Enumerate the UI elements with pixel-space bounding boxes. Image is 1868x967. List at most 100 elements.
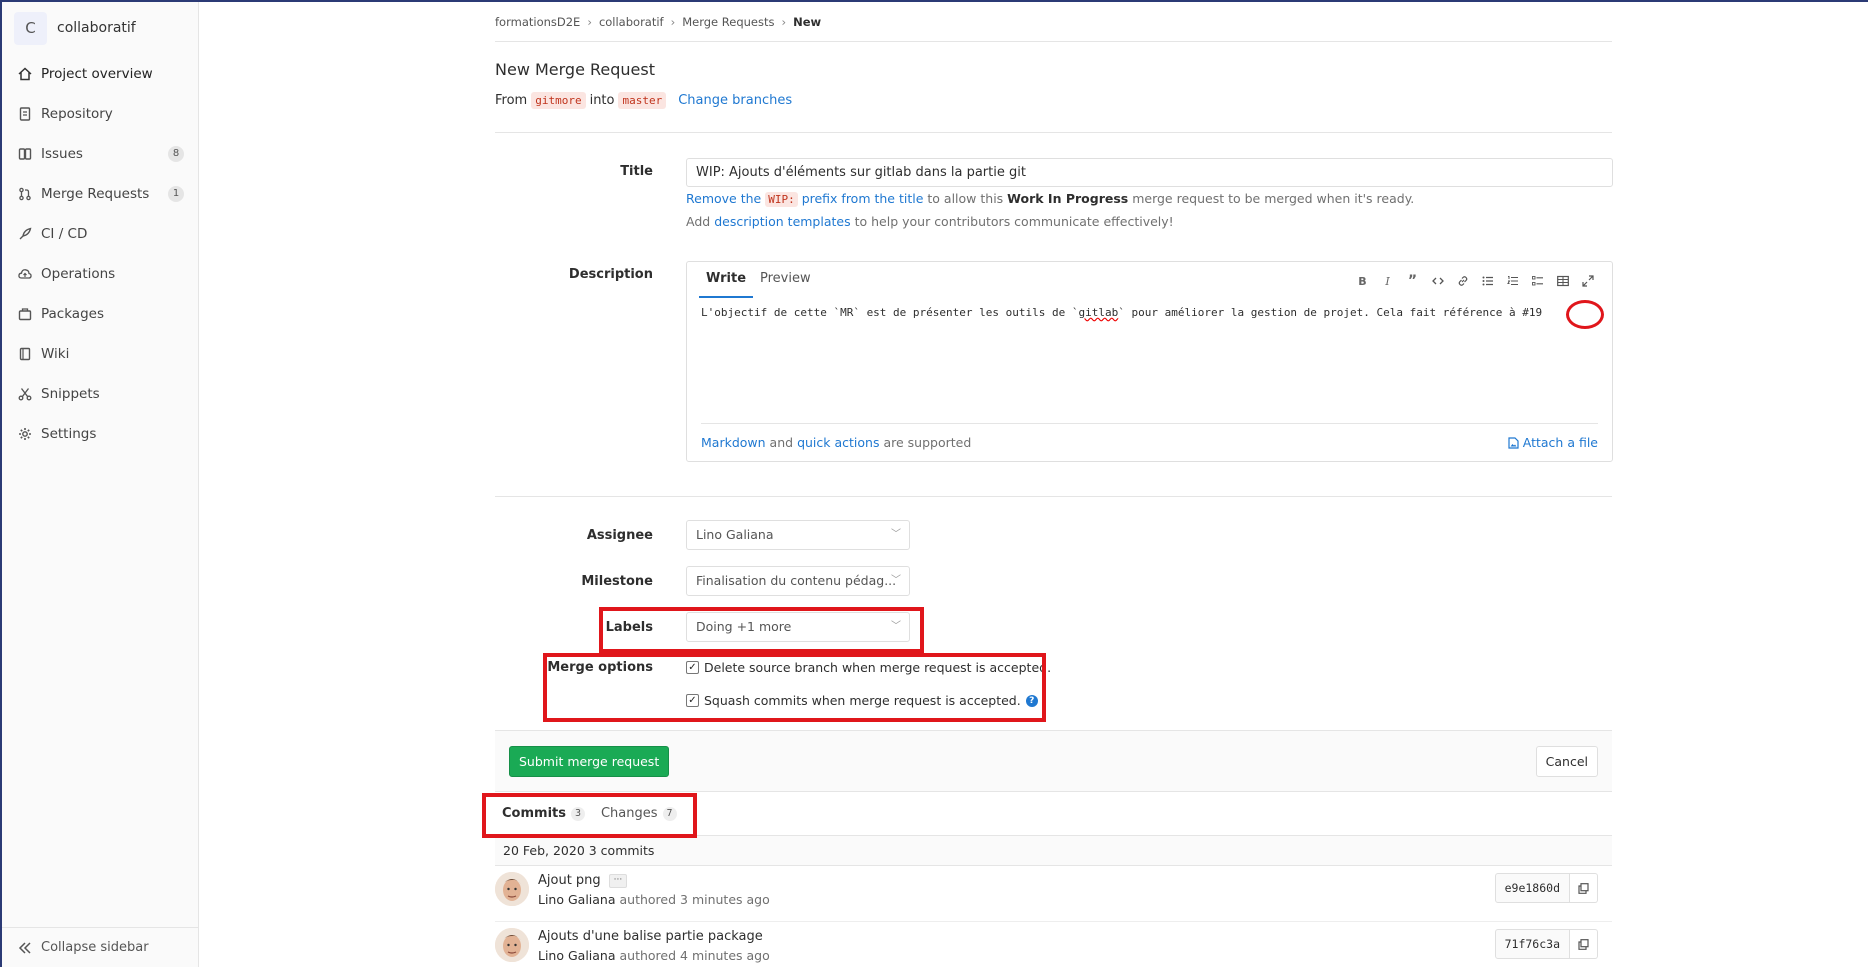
annotation-box-merge-options (543, 653, 1046, 722)
code-icon[interactable] (1425, 272, 1450, 290)
issues-icon (18, 147, 32, 161)
remove-wip-link-text2: prefix from the title (801, 191, 924, 206)
numbered-list-icon[interactable] (1500, 272, 1525, 290)
wip-help-text: Remove the WIP: prefix from the title to… (686, 191, 1415, 207)
commit-title: Ajouts d'une balise partie package (538, 929, 763, 944)
change-branches-link[interactable]: Change branches (678, 93, 792, 108)
breadcrumb: formationsD2E › collaboratif › Merge Req… (495, 2, 1612, 42)
annotation-box-commit-tabs (482, 793, 697, 838)
commit-sha-group: e9e1860d (1494, 873, 1598, 903)
sidebar: C collaboratif Project overview Reposito… (2, 2, 199, 967)
target-branch: master (618, 91, 667, 109)
sidebar-item-ci-cd[interactable]: CI / CD (2, 214, 198, 254)
copy-icon[interactable] (1570, 929, 1598, 959)
submit-merge-request-button[interactable]: Submit merge request (509, 746, 670, 777)
quote-icon[interactable]: ” (1400, 272, 1425, 290)
breadcrumb-current: New (793, 14, 822, 29)
commit-author[interactable]: Lino Galiana (538, 892, 616, 907)
commit-title-link[interactable]: Ajout png (538, 873, 601, 888)
remove-wip-link[interactable]: Remove the WIP: prefix from the title (686, 191, 924, 207)
commit-title-link[interactable]: Ajouts d'une balise partie package (538, 929, 763, 944)
sidebar-item-repository[interactable]: Repository (2, 94, 198, 134)
wip-help-bold: Work In Progress (1007, 191, 1129, 206)
avatar[interactable] (495, 928, 529, 962)
copy-icon[interactable] (1570, 873, 1598, 903)
misspelled-word: gitlab (1078, 306, 1119, 319)
breadcrumb-project[interactable]: collaboratif (599, 15, 664, 29)
sidebar-item-label: Snippets (41, 386, 100, 402)
home-icon (18, 67, 32, 81)
and-text: and (769, 435, 794, 450)
commit-sha[interactable]: e9e1860d (1494, 873, 1570, 903)
sidebar-item-merge-requests[interactable]: Merge Requests 1 (2, 174, 198, 214)
tab-write[interactable]: Write (699, 262, 754, 298)
attach-file-button[interactable]: Attach a file (1508, 435, 1598, 450)
sidebar-item-snippets[interactable]: Snippets (2, 374, 198, 414)
divider (495, 496, 1612, 497)
description-templates-link[interactable]: description templates (714, 214, 850, 229)
sidebar-item-label: Merge Requests (41, 186, 150, 202)
tab-preview[interactable]: Preview (753, 262, 818, 298)
collapse-sidebar-button[interactable]: Collapse sidebar (2, 927, 198, 967)
sidebar-item-label: CI / CD (41, 226, 88, 242)
sidebar-item-label: Repository (41, 106, 113, 122)
editor-tabs: Write Preview (699, 262, 818, 298)
markdown-link[interactable]: Markdown (701, 435, 766, 450)
breadcrumb-merge-requests[interactable]: Merge Requests (682, 15, 774, 29)
cancel-button[interactable]: Cancel (1535, 746, 1598, 777)
title-input[interactable]: WIP: Ajouts d'éléments sur gitlab dans l… (686, 158, 1613, 187)
fullscreen-icon[interactable] (1575, 272, 1600, 290)
milestone-value: Finalisation du contenu pédag... (696, 573, 897, 588)
supported-text: are supported (883, 435, 972, 450)
templates-help-text2: to help your contributors communicate ef… (854, 214, 1174, 229)
assignee-label: Assignee (586, 528, 653, 543)
sidebar-item-settings[interactable]: Settings (2, 414, 198, 454)
sidebar-item-label: Issues (41, 146, 83, 162)
breadcrumb-separator: › (587, 14, 592, 29)
commit-title: Ajout png ··· (538, 873, 628, 888)
sidebar-item-issues[interactable]: Issues 8 (2, 134, 198, 174)
sidebar-item-project-overview[interactable]: Project overview (2, 54, 198, 94)
commit-day-header: 20 Feb, 2020 3 commits (495, 836, 1612, 866)
breadcrumb-separator: › (781, 14, 787, 29)
breadcrumb-group[interactable]: formationsD2E (495, 15, 580, 29)
sidebar-item-label: Operations (41, 266, 116, 282)
commit-time: authored 4 minutes ago (619, 948, 770, 963)
sidebar-item-label: Project overview (41, 66, 153, 82)
bullet-list-icon[interactable] (1475, 272, 1500, 290)
bold-icon[interactable]: B (1350, 272, 1375, 290)
sidebar-item-wiki[interactable]: Wiki (2, 334, 198, 374)
description-textarea[interactable]: L'objectif de cette `MR` est de présente… (701, 306, 1542, 319)
cloud-icon (18, 267, 32, 281)
assignee-value: Lino Galiana (696, 527, 774, 542)
form-actions: Submit merge request Cancel (495, 730, 1612, 792)
avatar[interactable] (495, 872, 529, 906)
wip-help-text2: merge request to be merged when it's rea… (1132, 191, 1415, 206)
templates-help-text1: Add (686, 214, 711, 229)
expand-commit-button[interactable]: ··· (608, 873, 628, 888)
commit-time: authored 3 minutes ago (619, 892, 770, 907)
commit-author[interactable]: Lino Galiana (538, 948, 616, 963)
project-name: collaboratif (57, 20, 136, 36)
commit-sha[interactable]: 71f76c3a (1494, 929, 1570, 959)
issue-reference: #19 (1522, 306, 1543, 319)
link-icon[interactable] (1450, 272, 1475, 290)
milestone-dropdown[interactable]: Finalisation du contenu pédag... ﹀ (686, 566, 910, 596)
italic-icon[interactable]: I (1375, 272, 1400, 290)
page-title: New Merge Request (495, 60, 656, 79)
package-icon (18, 307, 32, 321)
project-header[interactable]: C collaboratif (2, 2, 198, 54)
task-list-icon[interactable] (1525, 272, 1550, 290)
editor-footer: Markdown and quick actions are supported… (701, 423, 1598, 461)
sidebar-item-label: Packages (41, 306, 104, 322)
description-editor: Write Preview B I ” L'objectif de cette … (686, 261, 1613, 462)
markdown-toolbar: B I ” (1350, 272, 1600, 290)
quick-actions-link[interactable]: quick actions (797, 435, 879, 450)
sidebar-item-operations[interactable]: Operations (2, 254, 198, 294)
merge-request-icon (18, 187, 32, 201)
remove-wip-link-text: Remove the (686, 191, 762, 206)
table-icon[interactable] (1550, 272, 1575, 290)
sidebar-item-packages[interactable]: Packages (2, 294, 198, 334)
doc-icon (18, 107, 32, 121)
assignee-dropdown[interactable]: Lino Galiana ﹀ (686, 520, 910, 550)
